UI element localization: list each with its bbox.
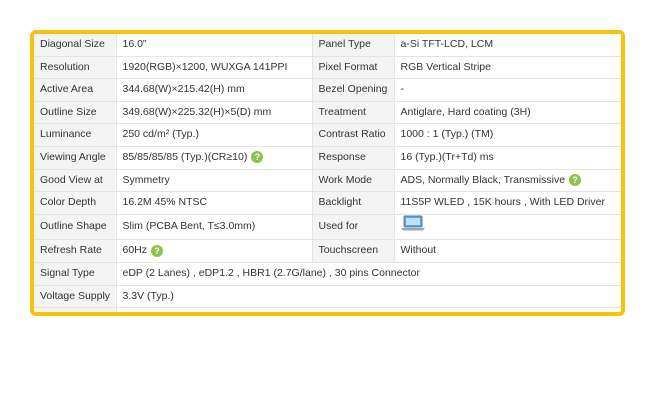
table-row: Resolution 1920(RGB)×1200, WUXGA 141PPI … [34, 56, 621, 80]
spec-value: a-Si TFT-LCD, LCM [394, 34, 621, 57]
spec-value: 16.0" [116, 34, 313, 57]
table-row: Outline Size 349.68(W)×225.32(H)×5(D) mm… [34, 101, 621, 125]
spec-value: Antiglare, Hard coating (3H) [394, 101, 621, 125]
spec-key: Max. Ratings [34, 307, 117, 312]
spec-value: Symmetry [116, 169, 313, 193]
table-row: Viewing Angle 85/85/85/85 (Typ.)(CR≥10)?… [34, 146, 621, 170]
info-icon[interactable]: ? [569, 173, 582, 186]
table-row: Luminance 250 cd/m² (Typ.) Contrast Rati… [34, 123, 621, 147]
info-icon[interactable]: ? [151, 244, 164, 257]
spec-key: Refresh Rate [34, 239, 117, 263]
info-icon[interactable]: ? [251, 151, 264, 164]
spec-key: Panel Type [312, 34, 395, 57]
spec-value: 60Hz [122, 244, 148, 257]
spec-key: Response [312, 146, 395, 170]
spec-value-cell: 60Hz? [116, 239, 313, 263]
spec-value: 1920(RGB)×1200, WUXGA 141PPI [116, 56, 313, 80]
spec-key: Backlight [312, 191, 395, 215]
table-row: Refresh Rate 60Hz? Touchscreen Without [34, 239, 621, 263]
table-row: Good View at Symmetry Work Mode ADS, Nor… [34, 169, 621, 193]
spec-value: 11S5P WLED , 15K hours , With LED Driver [394, 191, 621, 215]
spec-key: Outline Shape [34, 214, 117, 241]
spec-key: Signal Type [34, 262, 117, 286]
table-row: Color Depth 16.2M 45% NTSC Backlight 11S… [34, 191, 621, 215]
spec-value: RGB Vertical Stripe [394, 56, 621, 80]
spec-value: 250 cd/m² (Typ.) [116, 123, 313, 147]
spec-value: 16.2M 45% NTSC [116, 191, 313, 215]
spec-key: Resolution [34, 56, 117, 80]
spec-value-cell: 85/85/85/85 (Typ.)(CR≥10)? [116, 146, 313, 170]
spec-key: Work Mode [312, 169, 395, 193]
spec-value: 1000 : 1 (Typ.) (TM) [394, 123, 621, 147]
spec-value-cell [394, 214, 621, 241]
spec-value: 344.68(W)×215.42(H) mm [116, 78, 313, 102]
laptop-icon [400, 215, 425, 239]
spec-key: Pixel Format [312, 56, 395, 80]
table-row: Voltage Supply 3.3V (Typ.) [34, 285, 621, 309]
table-row: Max. Ratings Storage Temp.: -20 ~ 60 °C … [34, 307, 621, 312]
spec-key: Luminance [34, 123, 117, 147]
spec-key: Outline Size [34, 101, 117, 125]
table-row: Diagonal Size 16.0" Panel Type a-Si TFT-… [34, 34, 621, 57]
spec-key: Color Depth [34, 191, 117, 215]
spec-value: ADS, Normally Black, Transmissive [400, 173, 566, 186]
spec-table: Diagonal Size 16.0" Panel Type a-Si TFT-… [34, 34, 621, 312]
spec-key: Bezel Opening [312, 78, 395, 102]
table-row: Outline Shape Slim (PCBA Bent, T≤3.0mm) … [34, 214, 621, 241]
table-row: Active Area 344.68(W)×215.42(H) mm Bezel… [34, 78, 621, 102]
spec-key: Diagonal Size [34, 34, 117, 57]
spec-key: Contrast Ratio [312, 123, 395, 147]
spec-value: - [394, 78, 621, 102]
spec-table-frame: Diagonal Size 16.0" Panel Type a-Si TFT-… [30, 30, 625, 316]
spec-key: Touchscreen [312, 239, 395, 263]
spec-value: 3.3V (Typ.) [116, 285, 621, 309]
spec-key: Active Area [34, 78, 117, 102]
spec-value: Without [394, 239, 621, 263]
spec-value: 349.68(W)×225.32(H)×5(D) mm [116, 101, 313, 125]
table-row: Signal Type eDP (2 Lanes) , eDP1.2 , HBR… [34, 262, 621, 286]
spec-value: 85/85/85/85 (Typ.)(CR≥10) [122, 150, 248, 163]
spec-key: Used for [312, 214, 395, 241]
spec-value: 16 (Typ.)(Tr+Td) ms [394, 146, 621, 170]
spec-value-cell: ADS, Normally Black, Transmissive? [394, 169, 621, 193]
spec-key: Voltage Supply [34, 285, 117, 309]
spec-value: Slim (PCBA Bent, T≤3.0mm) [116, 214, 313, 241]
spec-key: Viewing Angle [34, 146, 117, 170]
spec-key: Good View at [34, 169, 117, 193]
spec-value: Storage Temp.: -20 ~ 60 °C Operating Tem… [116, 307, 621, 312]
spec-key: Treatment [312, 101, 395, 125]
spec-value: eDP (2 Lanes) , eDP1.2 , HBR1 (2.7G/lane… [116, 262, 621, 286]
